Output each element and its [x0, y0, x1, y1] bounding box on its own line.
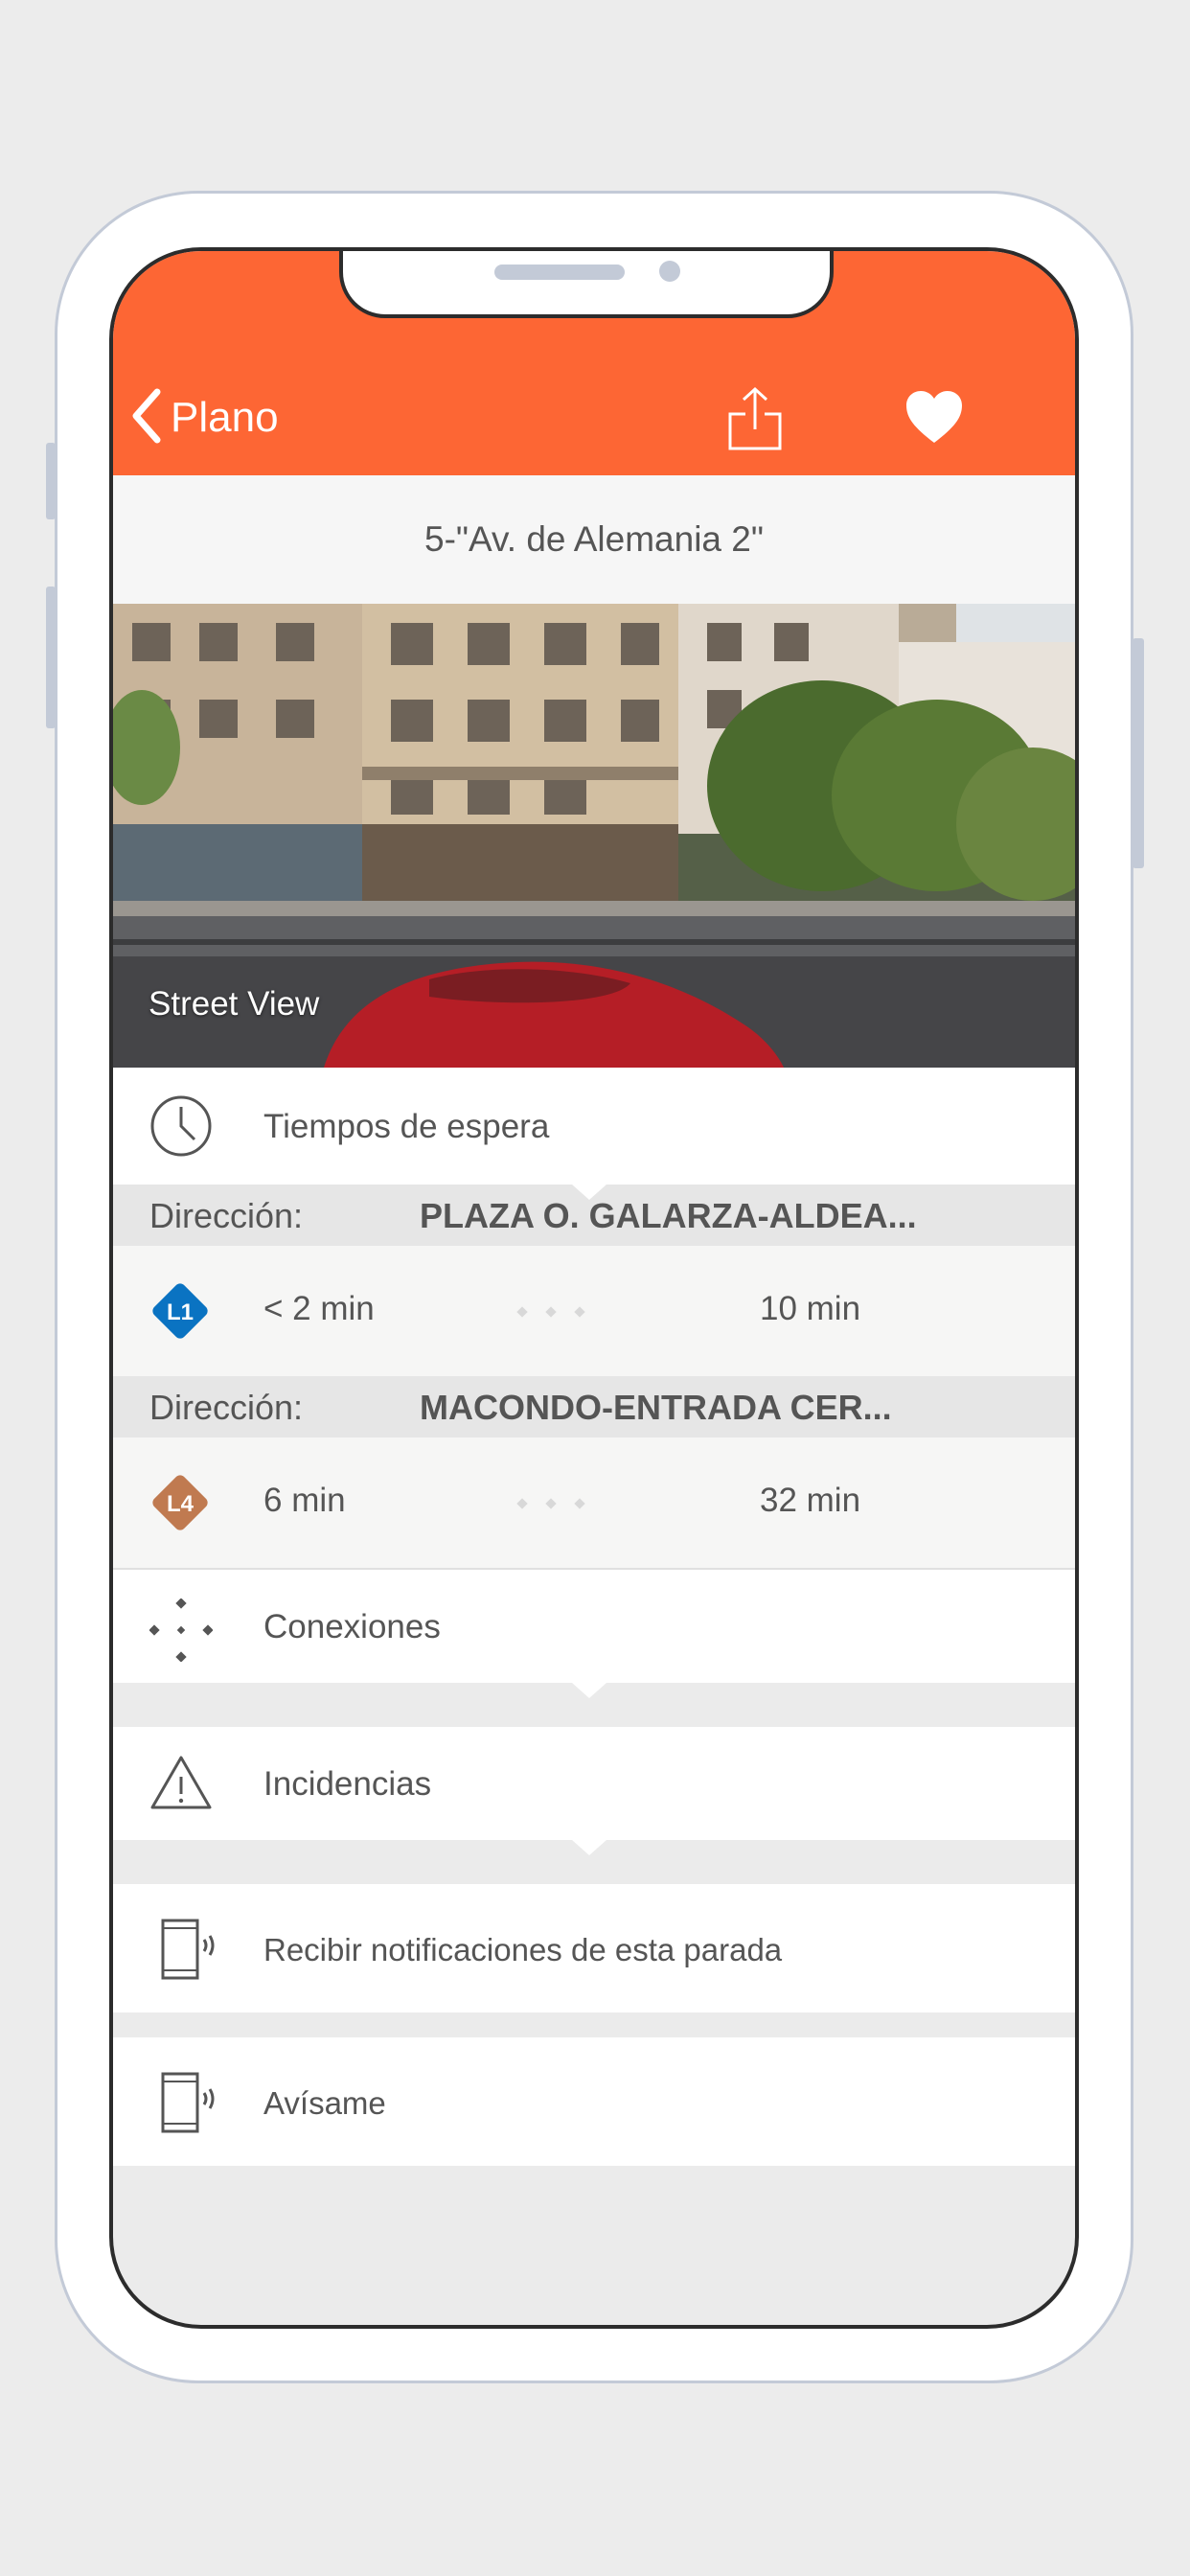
line-badge-l4: L4 — [149, 1472, 211, 1533]
section-pointer — [572, 1840, 606, 1855]
direction-destination: MACONDO-ENTRADA CER... — [420, 1388, 892, 1427]
line-times-row[interactable]: L1 < 2 min 10 min — [113, 1246, 1075, 1376]
line-badge-label: L4 — [167, 1491, 195, 1517]
street-view-image[interactable]: Street View — [113, 604, 1075, 1068]
direction-key: Dirección: — [149, 1196, 304, 1235]
incidents-label: Incidencias — [263, 1765, 432, 1803]
waiting-times-label: Tiempos de espera — [263, 1108, 550, 1145]
phone-vibrate-icon — [149, 2072, 217, 2138]
back-button-label: Plano — [171, 394, 279, 441]
share-button[interactable] — [726, 385, 784, 452]
section-pointer — [572, 1683, 606, 1698]
alert-me-label: Avísame — [263, 2085, 386, 2121]
direction-bar: Dirección: MACONDO-ENTRADA CER... — [113, 1376, 1075, 1438]
following-arrival-time: 10 min — [760, 1290, 861, 1327]
connections-icon — [149, 1598, 214, 1667]
waiting-times-row[interactable]: Tiempos de espera — [113, 1068, 1075, 1184]
stop-title: 5-"Av. de Alemania 2" — [424, 519, 764, 559]
speaker-grill — [494, 264, 625, 280]
notch — [339, 251, 834, 318]
device-volume-button — [46, 443, 56, 519]
heart-icon — [904, 391, 964, 448]
warning-icon — [149, 1754, 213, 1816]
direction-destination: PLAZA O. GALARZA-ALDEA... — [420, 1196, 917, 1235]
share-icon — [726, 386, 784, 456]
stop-title-bar: 5-"Av. de Alemania 2" — [113, 475, 1075, 604]
device-volume-button — [46, 586, 56, 728]
dots-icon — [515, 1305, 586, 1319]
following-arrival-time: 32 min — [760, 1482, 861, 1519]
next-arrival-time: < 2 min — [263, 1290, 375, 1327]
clock-icon — [149, 1094, 213, 1162]
notifications-row[interactable]: Recibir notificaciones de esta parada — [113, 1884, 1075, 2012]
street-view-label: Street View — [149, 985, 320, 1023]
next-arrival-time: 6 min — [263, 1482, 346, 1519]
favorite-button[interactable] — [904, 389, 964, 445]
direction-key: Dirección: — [149, 1388, 304, 1427]
phone-vibrate-icon — [149, 1919, 217, 1985]
phone-screen: Plano 5-"Av. de Alemania 2" Street View … — [109, 247, 1079, 2329]
notifications-label: Recibir notificaciones de esta parada — [263, 1932, 783, 1967]
line-badge-label: L1 — [167, 1300, 194, 1325]
line-badge-l1: L1 — [149, 1280, 211, 1342]
device-power-button — [1133, 638, 1144, 868]
chevron-left-icon — [130, 388, 163, 448]
alert-me-row[interactable]: Avísame — [113, 2037, 1075, 2166]
back-button[interactable]: Plano — [130, 388, 279, 448]
connections-row[interactable]: Conexiones — [113, 1570, 1075, 1683]
incidents-row[interactable]: Incidencias — [113, 1727, 1075, 1840]
line-times-row[interactable]: L4 6 min 32 min — [113, 1438, 1075, 1568]
section-pointer — [572, 1184, 606, 1200]
connections-label: Conexiones — [263, 1608, 441, 1645]
front-camera — [659, 261, 680, 282]
dots-icon — [515, 1497, 586, 1510]
